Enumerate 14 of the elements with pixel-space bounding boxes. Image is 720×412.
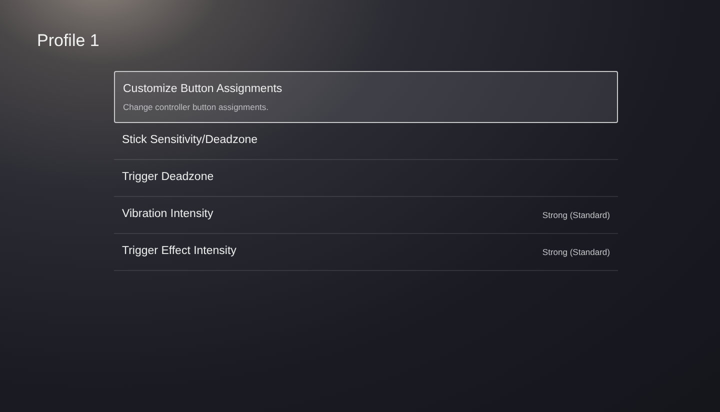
- item-description: Change controller button assignments.: [123, 100, 270, 114]
- item-label: Trigger Effect Intensity: [122, 244, 236, 260]
- item-label: Stick Sensitivity/Deadzone: [122, 133, 258, 148]
- page-title: Profile 1: [37, 30, 100, 52]
- menu-item[interactable]: Vibration Intensity Strong (Standard): [114, 197, 618, 234]
- item-label: Customize Button Assignments: [123, 82, 282, 96]
- menu-item[interactable]: Stick Sensitivity/Deadzone: [114, 123, 618, 160]
- menu-item[interactable]: Trigger Deadzone: [114, 160, 618, 197]
- item-label: Trigger Deadzone: [122, 170, 214, 186]
- item-value: Strong (Standard): [542, 208, 610, 222]
- item-label: Vibration Intensity: [122, 207, 214, 222]
- menu-item[interactable]: Trigger Effect Intensity Strong (Standard): [114, 234, 618, 271]
- menu-item[interactable]: Customize Button Assignments Change controller button assignments.: [114, 71, 618, 123]
- item-value: Strong (Standard): [542, 246, 610, 258]
